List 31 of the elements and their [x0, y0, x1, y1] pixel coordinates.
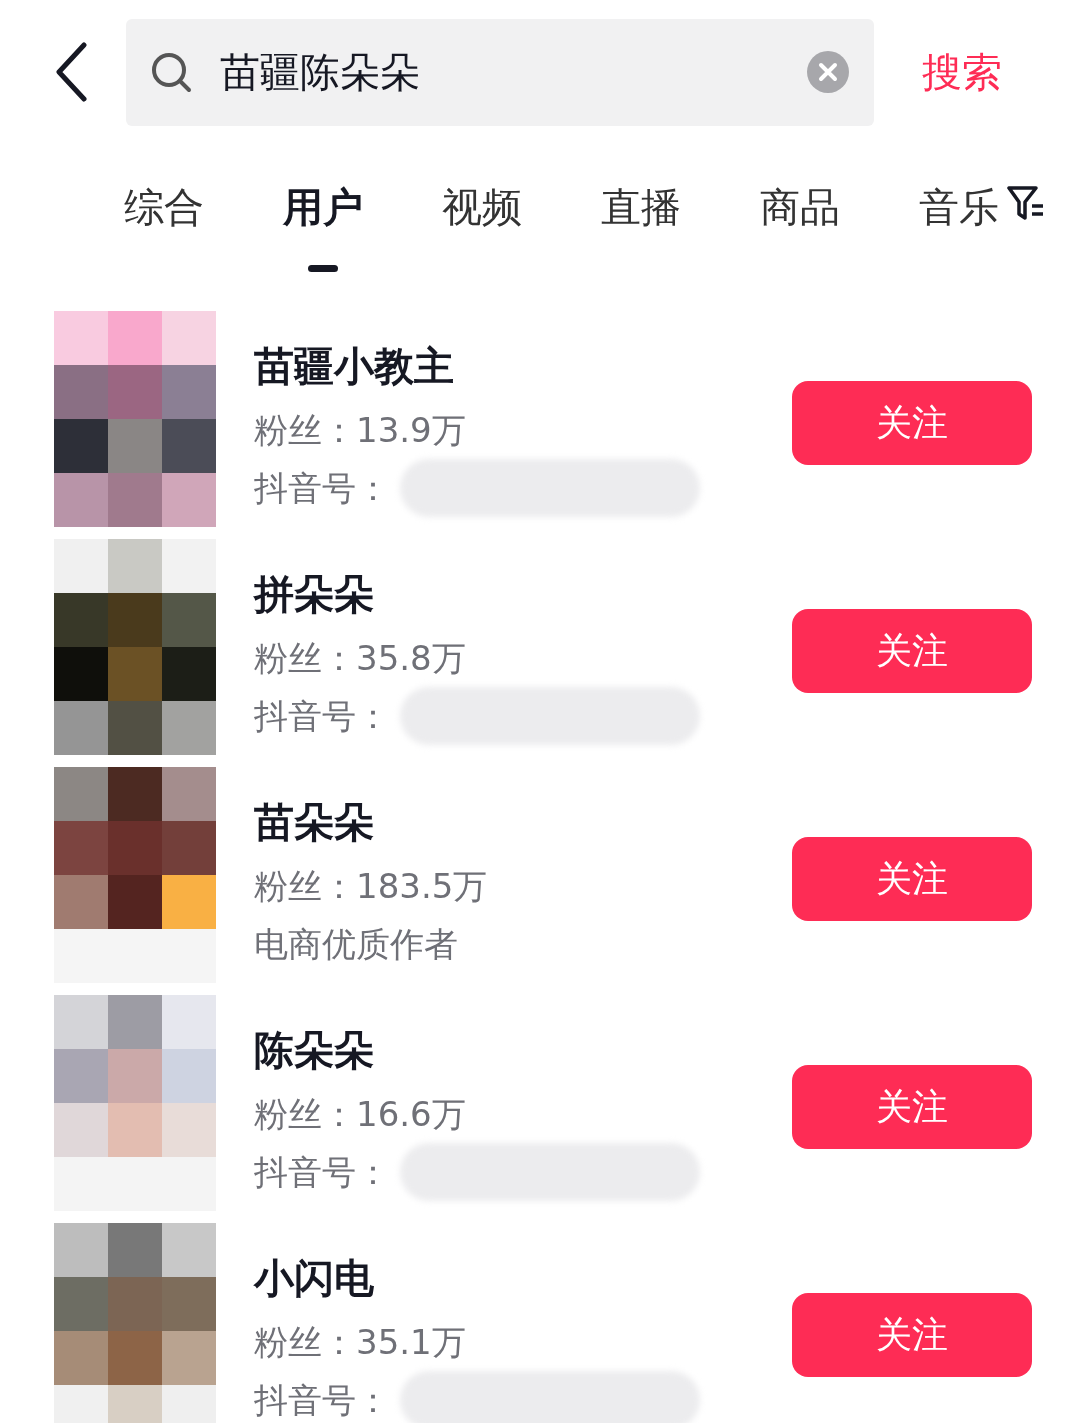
- search-icon: [150, 51, 192, 93]
- follow-button[interactable]: 关注: [792, 1293, 1032, 1377]
- search-field[interactable]: 苗疆陈朵朵: [126, 18, 874, 126]
- handle-label: 抖音号：: [254, 695, 390, 738]
- search-text: 苗疆陈朵朵: [220, 47, 421, 97]
- fan-count: 粉丝：35.8万: [254, 637, 467, 680]
- fan-count: 粉丝：13.9万: [254, 409, 467, 452]
- user-name: 拼朵朵: [254, 570, 375, 619]
- follow-button[interactable]: 关注: [792, 1065, 1032, 1149]
- user-name: 小闪电: [254, 1254, 375, 1303]
- follow-button[interactable]: 关注: [792, 381, 1032, 465]
- fan-count: 粉丝：183.5万: [254, 865, 489, 908]
- fan-count: 粉丝：35.1万: [254, 1321, 467, 1364]
- follow-button[interactable]: 关注: [792, 609, 1032, 693]
- tab[interactable]: 综合: [84, 180, 243, 272]
- user-name: 陈朵朵: [254, 1026, 375, 1075]
- user-name: 苗朵朵: [254, 798, 375, 847]
- back-icon[interactable]: [54, 42, 88, 102]
- creator-tag: 电商优质作者: [254, 915, 754, 973]
- tab[interactable]: 商品: [720, 180, 879, 272]
- follow-button[interactable]: 关注: [792, 837, 1032, 921]
- tab[interactable]: 用户: [243, 180, 402, 272]
- tab[interactable]: 视频: [402, 180, 561, 272]
- tab[interactable]: 音乐: [879, 180, 1038, 272]
- handle-label: 抖音号：: [254, 467, 390, 510]
- fan-count: 粉丝：16.6万: [254, 1093, 467, 1136]
- handle-label: 抖音号：: [254, 1379, 390, 1422]
- search-button[interactable]: 搜索: [922, 44, 1002, 100]
- tab[interactable]: 直播: [561, 180, 720, 272]
- user-name: 苗疆小教主: [254, 342, 455, 391]
- handle-label: 抖音号：: [254, 1151, 390, 1194]
